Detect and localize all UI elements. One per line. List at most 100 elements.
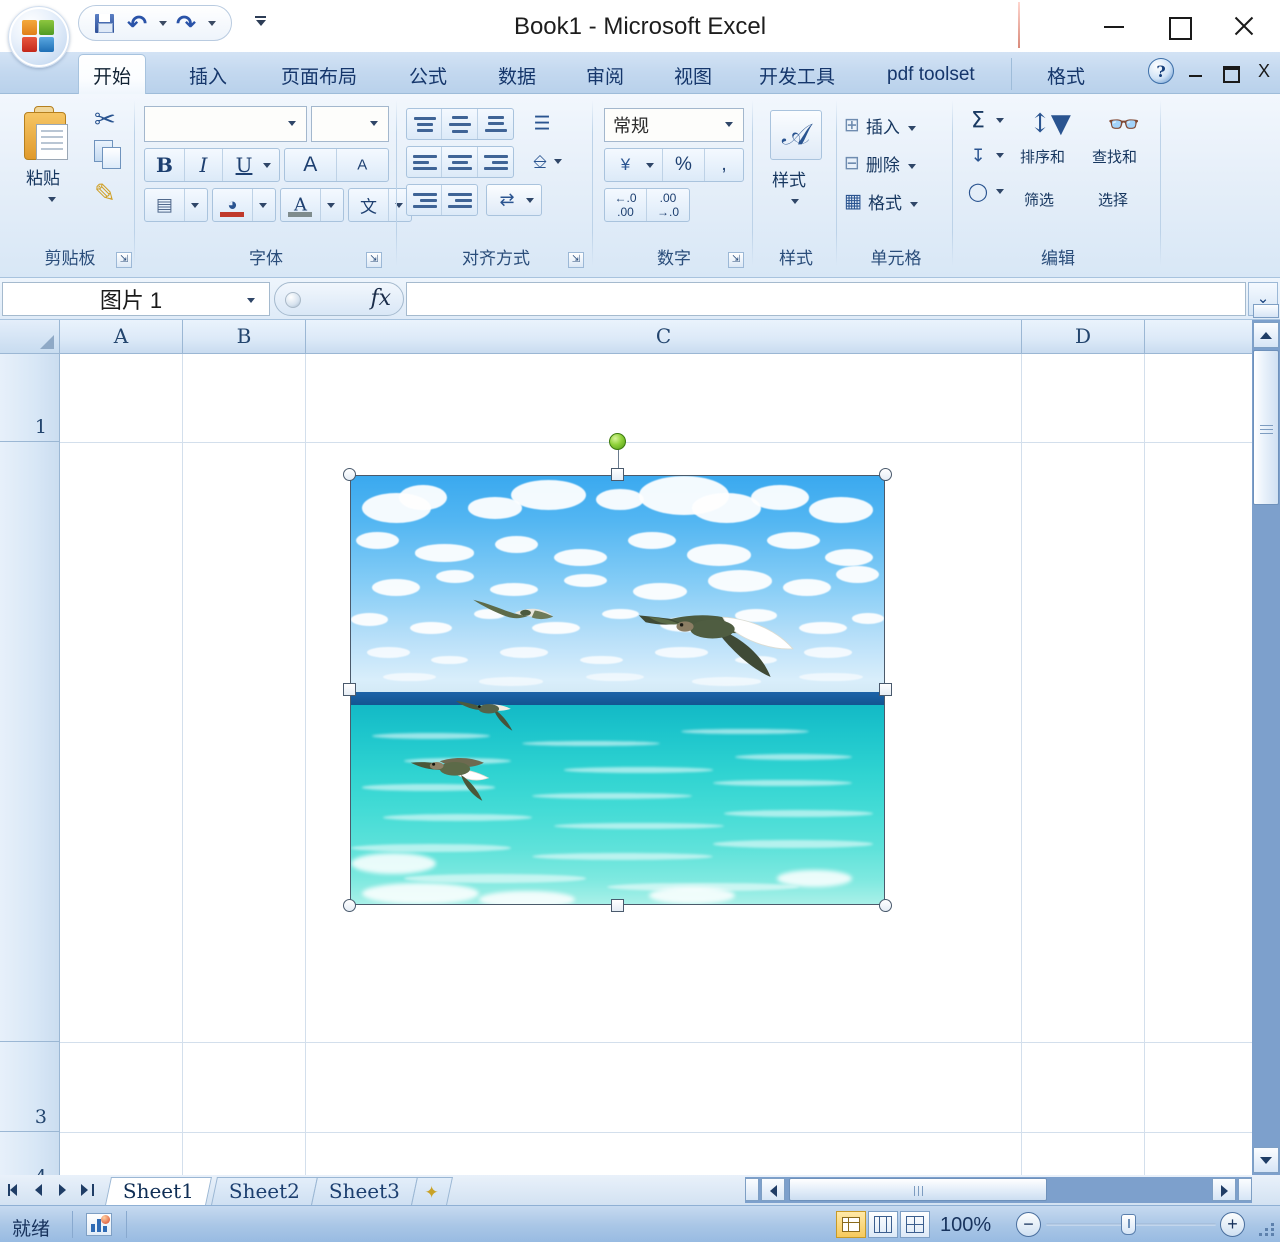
vertical-split-box[interactable] (1253, 304, 1279, 318)
scroll-right-button[interactable] (1212, 1178, 1236, 1201)
delete-dropdown-icon[interactable] (908, 163, 918, 171)
tab-formulas[interactable]: 公式 (395, 56, 461, 94)
clear-icon[interactable]: ◯ (962, 176, 1008, 208)
office-button[interactable] (8, 6, 70, 68)
horizontal-split-box[interactable] (745, 1178, 759, 1201)
delete-cells-button[interactable]: ⊟ 删除 (844, 146, 904, 180)
tab-insert[interactable]: 插入 (175, 56, 241, 94)
zoom-percentage[interactable]: 100% (940, 1214, 991, 1237)
vertical-scroll-thumb[interactable] (1253, 350, 1279, 505)
grow-font-button[interactable]: A (285, 149, 337, 181)
align-left-icon[interactable] (407, 147, 442, 177)
format-painter-icon[interactable]: ✎ (94, 178, 116, 209)
scroll-up-button[interactable] (1253, 322, 1279, 348)
column-header-c[interactable]: C (306, 320, 1022, 354)
fill-color-dropdown-icon[interactable] (253, 189, 275, 221)
tab-review[interactable]: 审阅 (572, 56, 638, 94)
font-name-dropdown-icon[interactable] (288, 120, 298, 128)
orientation-icon[interactable]: ☰ (524, 108, 560, 140)
minimize-button[interactable] (1082, 0, 1146, 52)
top-align-icon[interactable] (407, 109, 442, 139)
shrink-font-button[interactable]: A (337, 149, 389, 181)
help-icon[interactable]: ? (1148, 58, 1174, 84)
ocean-birds-photo[interactable] (350, 475, 885, 905)
handle-middle-right[interactable] (879, 683, 892, 696)
italic-button[interactable]: I (185, 149, 223, 181)
row-header-3[interactable]: 3 (0, 1042, 60, 1132)
styles-dropdown-icon[interactable] (791, 198, 801, 206)
rotation-handle[interactable] (609, 433, 626, 450)
insert-function-icon[interactable]: fx (370, 286, 391, 311)
next-sheet-button[interactable] (52, 1178, 74, 1202)
increase-decimal-icon[interactable]: ←.0.00 (605, 189, 647, 221)
view-page-layout-button[interactable] (868, 1211, 898, 1238)
font-size-combo[interactable] (311, 106, 389, 142)
cut-icon[interactable]: ✂ (94, 104, 116, 135)
column-header-e[interactable] (1145, 320, 1268, 354)
paste-dropdown-icon[interactable] (48, 196, 58, 204)
workbook-minimize-icon[interactable] (1184, 60, 1208, 82)
name-box[interactable]: 图片 1 (2, 282, 270, 316)
font-color-icon[interactable]: A (281, 189, 321, 221)
decrease-decimal-icon[interactable]: .00→.0 (647, 189, 689, 221)
tab-home[interactable]: 开始 (78, 54, 146, 95)
tab-data[interactable]: 数据 (484, 56, 550, 94)
accounting-format-icon[interactable]: ¥ (605, 149, 663, 181)
zoom-slider-thumb[interactable] (1121, 1214, 1136, 1235)
row-header-1[interactable]: 1 (0, 354, 60, 442)
previous-sheet-button[interactable] (28, 1178, 50, 1202)
first-sheet-button[interactable] (4, 1178, 26, 1202)
number-dialog-launcher[interactable]: ⇲ (728, 252, 744, 268)
format-dropdown-icon[interactable] (910, 201, 920, 209)
formula-input[interactable] (406, 282, 1246, 316)
sheet-tab-sheet2[interactable]: Sheet2 (211, 1177, 318, 1205)
copy-icon[interactable] (94, 140, 124, 172)
sort-filter-button[interactable]: ↕▼ 排序和 筛选 (1016, 102, 1084, 188)
font-color-dropdown-icon[interactable] (321, 189, 343, 221)
middle-align-icon[interactable] (442, 109, 477, 139)
column-header-a[interactable]: A (60, 320, 183, 354)
align-center-icon[interactable] (442, 147, 477, 177)
zoom-in-button[interactable]: + (1220, 1212, 1245, 1237)
borders-icon[interactable]: ▤ (145, 189, 185, 221)
horizontal-scroll-thumb[interactable] (789, 1178, 1047, 1201)
handle-top-left[interactable] (343, 468, 356, 481)
column-header-b[interactable]: B (183, 320, 306, 354)
underline-button[interactable]: U (223, 149, 279, 181)
handle-bottom-left[interactable] (343, 899, 356, 912)
handle-top-right[interactable] (879, 468, 892, 481)
tab-format[interactable]: 格式 (1033, 56, 1099, 94)
handle-bottom-right[interactable] (879, 899, 892, 912)
row-header-2[interactable]: 2 (0, 442, 60, 1042)
clipboard-dialog-launcher[interactable]: ⇲ (116, 252, 132, 268)
borders-dropdown-icon[interactable] (185, 189, 207, 221)
bottom-align-icon[interactable] (478, 109, 513, 139)
scroll-left-button[interactable] (761, 1178, 785, 1201)
tab-page-layout[interactable]: 页面布局 (267, 56, 371, 94)
scroll-down-button[interactable] (1253, 1147, 1279, 1173)
last-sheet-button[interactable] (76, 1178, 98, 1202)
tab-pdf-toolset[interactable]: pdf toolset (873, 56, 989, 94)
insert-sheet-tab[interactable]: ✦ (411, 1177, 453, 1205)
handle-bottom-center[interactable] (611, 899, 624, 912)
vertical-scrollbar[interactable] (1252, 320, 1280, 1175)
decrease-indent-icon[interactable] (407, 185, 442, 215)
find-select-button[interactable]: 👓 查找和 选择 (1090, 102, 1158, 188)
handle-top-center[interactable] (611, 468, 624, 481)
handle-middle-left[interactable] (343, 683, 356, 696)
font-name-combo[interactable] (144, 106, 307, 142)
cancel-icon[interactable] (285, 292, 301, 308)
font-size-dropdown-icon[interactable] (370, 120, 380, 128)
zoom-out-button[interactable]: − (1016, 1212, 1041, 1237)
sheet-tab-sheet1[interactable]: Sheet1 (105, 1177, 212, 1205)
wrap-text-icon[interactable]: ⎒ (524, 146, 568, 178)
sheet-tab-sheet3[interactable]: Sheet3 (311, 1177, 418, 1205)
format-cells-button[interactable]: ▦ 格式 (844, 184, 906, 218)
increase-indent-icon[interactable] (442, 185, 477, 215)
maximize-button[interactable] (1146, 0, 1210, 52)
select-all-button[interactable] (0, 320, 60, 354)
view-normal-button[interactable] (836, 1211, 866, 1238)
picture-object[interactable] (350, 475, 885, 905)
percent-style-button[interactable]: % (663, 149, 705, 181)
workbook-restore-icon[interactable] (1218, 60, 1242, 82)
